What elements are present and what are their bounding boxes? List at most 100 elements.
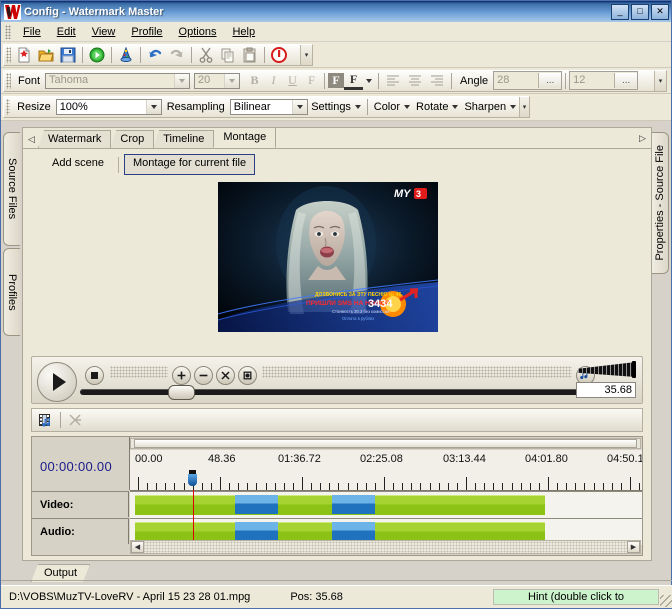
clip-video-segment[interactable] <box>332 495 376 514</box>
play-button[interactable] <box>37 362 77 402</box>
playhead-marker[interactable] <box>188 470 197 486</box>
toolbar-grip[interactable] <box>6 99 11 115</box>
menu-item-file[interactable]: File <box>15 24 49 40</box>
align-left-button[interactable] <box>382 71 404 91</box>
window-resize-grip[interactable] <box>660 595 672 607</box>
resize-select[interactable]: 100% <box>55 99 162 115</box>
clip-audio-segment[interactable] <box>332 522 376 541</box>
svg-text:3: 3 <box>416 189 421 199</box>
stop-button[interactable] <box>268 45 290 65</box>
seek-slider[interactable] <box>80 385 580 400</box>
wizard-button[interactable] <box>115 45 137 65</box>
align-center-button[interactable] <box>404 71 426 91</box>
angle-field[interactable]: 28 ... <box>493 71 563 90</box>
clip-video-segment[interactable] <box>234 495 278 514</box>
menu-item-view[interactable]: View <box>84 24 124 40</box>
ruler-tick-minor <box>156 483 158 490</box>
timeline-horizontal-scrollbar[interactable]: ◀ ▶ <box>130 540 641 554</box>
sidebar-tab-source-files[interactable]: Source Files <box>3 132 20 246</box>
font-color-dropdown[interactable] <box>363 71 375 91</box>
tab-montage[interactable]: Montage <box>213 127 277 148</box>
color-dropdown[interactable]: Color <box>371 98 413 117</box>
ruler-tick-minor <box>557 483 559 490</box>
maximize-icon: □ <box>637 6 643 16</box>
cut-button[interactable] <box>195 45 217 65</box>
menu-grip[interactable] <box>5 24 11 39</box>
new-file-button[interactable] <box>13 45 35 65</box>
undo-button[interactable] <box>144 45 166 65</box>
ruler-tick-minor <box>502 483 504 490</box>
italic-button[interactable]: I <box>264 72 283 90</box>
copy-button[interactable] <box>217 45 239 65</box>
status-divider <box>1 580 672 581</box>
toolbar-grip[interactable] <box>6 46 11 63</box>
status-hint[interactable]: Hint (double click to <box>493 589 659 605</box>
toolbar-grip[interactable] <box>6 72 11 89</box>
sidebar-tab-properties-source-file[interactable]: Properties - Source File <box>652 132 669 274</box>
resampling-select[interactable]: Bilinear <box>229 99 309 115</box>
paste-button[interactable] <box>239 45 261 65</box>
open-folder-button[interactable] <box>35 45 57 65</box>
montage-for-current-file-button[interactable]: Montage for current file <box>123 154 256 175</box>
volume-slider[interactable] <box>578 361 636 378</box>
scroll-right-button[interactable]: ▶ <box>627 541 640 553</box>
font-color-button[interactable]: F <box>328 73 345 88</box>
actual-size-button[interactable] <box>238 366 257 385</box>
position-field[interactable]: 35.68 <box>576 382 636 398</box>
toolbar-separator <box>60 412 61 428</box>
media-film-icon <box>39 414 50 427</box>
tab-scroll-right-button[interactable]: ▷ <box>636 129 649 147</box>
minimize-button[interactable]: _ <box>611 3 629 20</box>
menu-item-edit[interactable]: Edit <box>49 24 84 40</box>
clip-audio-segment[interactable] <box>234 522 278 541</box>
track-video: Video: <box>32 491 642 518</box>
timeline-zoom-thumb[interactable] <box>134 439 637 448</box>
close-button[interactable]: ✕ <box>651 3 669 20</box>
tab-watermark[interactable]: Watermark <box>38 130 112 148</box>
font-highlight-button[interactable]: F <box>344 72 364 90</box>
secondary-numeric-field[interactable]: 12 ... <box>569 71 639 90</box>
timeline-ruler[interactable]: 00.00 48.36 01:36.72 02:25.08 03:13.44 0… <box>130 450 642 491</box>
font-toolbar-overflow-button[interactable]: ▾ <box>654 70 666 91</box>
rotate-dropdown[interactable]: Rotate <box>413 98 461 117</box>
menu-item-help[interactable]: Help <box>224 24 263 40</box>
timeline-zoom-scrollbar[interactable] <box>130 438 641 449</box>
track-video-body[interactable] <box>130 491 642 518</box>
save-button[interactable] <box>57 45 79 65</box>
volume-handle[interactable] <box>632 361 636 378</box>
sidebar-tab-profiles[interactable]: Profiles <box>3 248 20 336</box>
angle-browse-button[interactable]: ... <box>538 73 562 88</box>
fit-to-window-button[interactable] <box>216 366 235 385</box>
menu-item-options[interactable]: Options <box>171 24 225 40</box>
seek-thumb[interactable] <box>168 385 195 400</box>
menu-item-profile[interactable]: Profile <box>123 24 170 40</box>
add-scene-button[interactable]: Add scene <box>43 154 113 175</box>
tab-scroll-left-button[interactable]: ◁ <box>25 130 38 148</box>
button-separator <box>117 156 119 173</box>
tab-crop[interactable]: Crop <box>110 130 155 148</box>
ruler-tick-minor <box>429 483 431 490</box>
toolbar-overflow-button[interactable]: ▾ <box>300 44 312 65</box>
font-size-select[interactable]: 20 <box>194 72 241 89</box>
strikethrough-button[interactable]: F <box>302 72 321 90</box>
bold-button[interactable]: B <box>245 72 264 90</box>
tab-timeline[interactable]: Timeline <box>153 130 215 148</box>
maximize-button[interactable]: □ <box>631 3 649 20</box>
run-button[interactable] <box>86 45 108 65</box>
zoom-out-button[interactable] <box>194 366 213 385</box>
timecode-display: 00:00:00.00 <box>40 459 112 474</box>
secondary-browse-button[interactable]: ... <box>614 73 638 88</box>
align-right-button[interactable] <box>426 71 448 91</box>
media-film-button[interactable] <box>35 410 57 430</box>
sharpen-dropdown[interactable]: Sharpen <box>461 98 519 117</box>
stop-button[interactable] <box>85 366 104 385</box>
font-family-select[interactable]: Tahoma <box>45 72 191 89</box>
image-toolbar-overflow-button[interactable]: ▾ <box>519 97 529 117</box>
scroll-left-button[interactable]: ◀ <box>131 541 144 553</box>
split-scene-button[interactable] <box>64 410 86 430</box>
zoom-in-button[interactable] <box>172 366 191 385</box>
redo-button[interactable] <box>166 45 188 65</box>
settings-dropdown[interactable]: Settings <box>308 98 364 117</box>
underline-button[interactable]: U <box>283 72 302 90</box>
video-preview[interactable]: ДОЗВОНИСЬ ЗА ЭТУ ПЕСНЮ № 46 ПРИШЛИ SMS Н… <box>218 182 438 332</box>
